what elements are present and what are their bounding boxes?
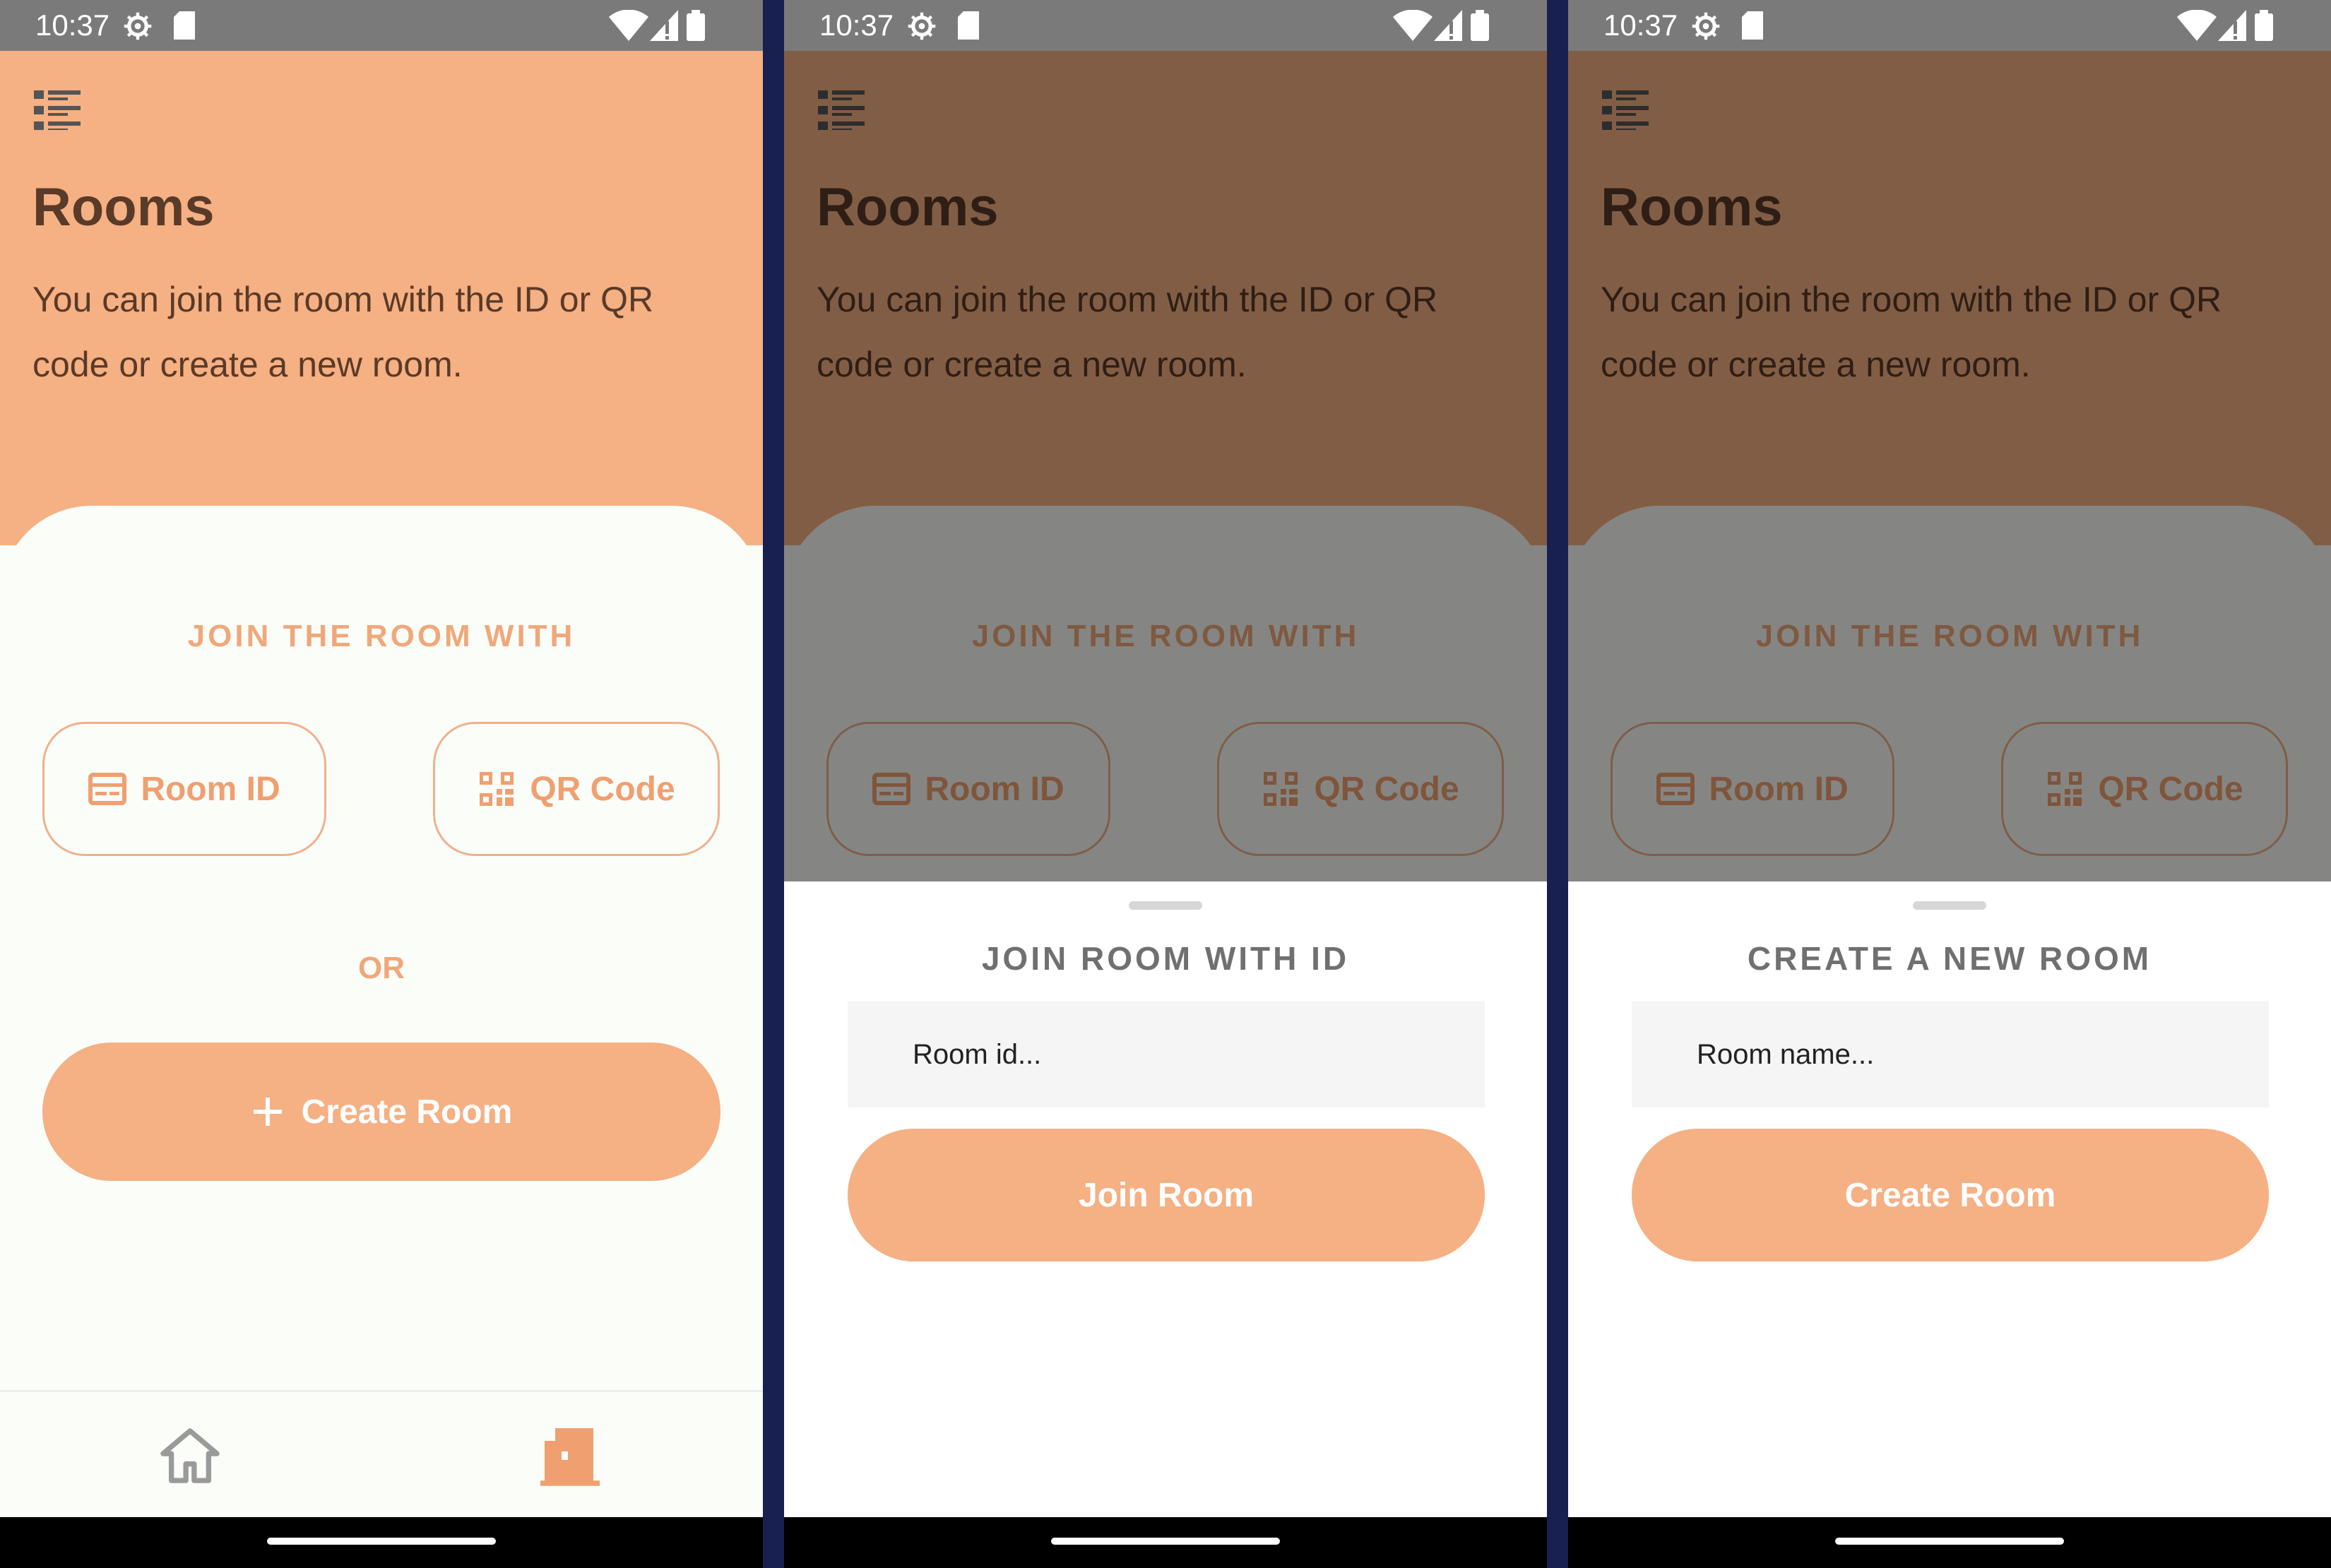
status-bar: 10:37 — [1568, 0, 2331, 51]
or-separator: OR — [358, 951, 405, 985]
sheet-title: CREATE A NEW ROOM — [1747, 940, 2152, 977]
bottom-nav — [0, 1392, 763, 1517]
sd-card-icon — [958, 11, 979, 40]
page-description: You can join the room with the ID or QR … — [32, 280, 654, 384]
door-icon[interactable] — [538, 1424, 602, 1487]
home-gesture-handle[interactable] — [1835, 1538, 2064, 1545]
modal-scrim[interactable] — [784, 51, 1547, 881]
signal-icon — [1434, 10, 1462, 41]
create-room-sheet-screen: 10:37 Rooms You can join the room with t… — [1568, 0, 2331, 1568]
qr-code-button[interactable]: QR Code — [433, 722, 720, 856]
battery-icon — [2255, 10, 2273, 41]
room-id-button-label: Room ID — [141, 770, 280, 808]
room-name-input[interactable] — [1632, 1002, 2269, 1107]
create-room-button-label: Create Room — [301, 1093, 513, 1131]
battery-icon — [1471, 10, 1489, 41]
qr-code-button-label: QR Code — [530, 770, 675, 808]
id-card-icon — [88, 773, 127, 805]
status-bar: 10:37 — [784, 0, 1547, 51]
wifi-icon — [1393, 10, 1433, 41]
status-time: 10:37 — [819, 8, 894, 42]
join-section-label: JOIN THE ROOM WITH — [187, 619, 576, 653]
room-id-field[interactable] — [848, 1002, 1485, 1107]
status-time: 10:37 — [35, 8, 110, 42]
page-title: Rooms — [32, 177, 215, 237]
signal-icon — [650, 10, 678, 41]
rooms-screen: 10:37 Rooms You can join the room with t… — [0, 0, 763, 1568]
settings-gear-icon — [124, 12, 152, 40]
status-time: 10:37 — [1603, 8, 1678, 42]
home-gesture-handle[interactable] — [1051, 1538, 1280, 1545]
room-id-button[interactable]: Room ID — [42, 722, 326, 856]
battery-icon — [687, 10, 705, 41]
home-gesture-handle[interactable] — [267, 1538, 496, 1545]
sheet-title: JOIN ROOM WITH ID — [981, 940, 1350, 977]
wifi-icon — [2177, 10, 2217, 41]
sd-card-icon — [1742, 11, 1763, 40]
sd-card-icon — [174, 11, 195, 40]
plus-icon — [253, 1098, 282, 1126]
create-room-submit-button[interactable]: Create Room — [1632, 1129, 2269, 1261]
qr-code-icon — [480, 772, 514, 806]
sheet-drag-handle[interactable] — [1913, 901, 1986, 910]
modal-scrim[interactable] — [1568, 51, 2331, 881]
settings-gear-icon — [1692, 12, 1720, 40]
sheet-drag-handle[interactable] — [1129, 901, 1202, 910]
join-room-button[interactable]: Join Room — [848, 1129, 1485, 1261]
menu-icon[interactable] — [34, 90, 81, 130]
create-room-button[interactable]: Create Room — [42, 1043, 720, 1181]
status-bar: 10:37 — [0, 0, 763, 51]
join-room-sheet-screen: 10:37 Rooms You can join the room with t… — [784, 0, 1547, 1568]
three-screen-composite: 10:37 Rooms You can join the room with t… — [0, 0, 2331, 1568]
wifi-icon — [609, 10, 648, 41]
signal-icon — [2218, 10, 2246, 41]
room-id-input[interactable] — [848, 1002, 1485, 1107]
home-icon[interactable] — [158, 1427, 222, 1485]
room-name-field[interactable] — [1632, 1002, 2269, 1107]
settings-gear-icon — [908, 12, 936, 40]
